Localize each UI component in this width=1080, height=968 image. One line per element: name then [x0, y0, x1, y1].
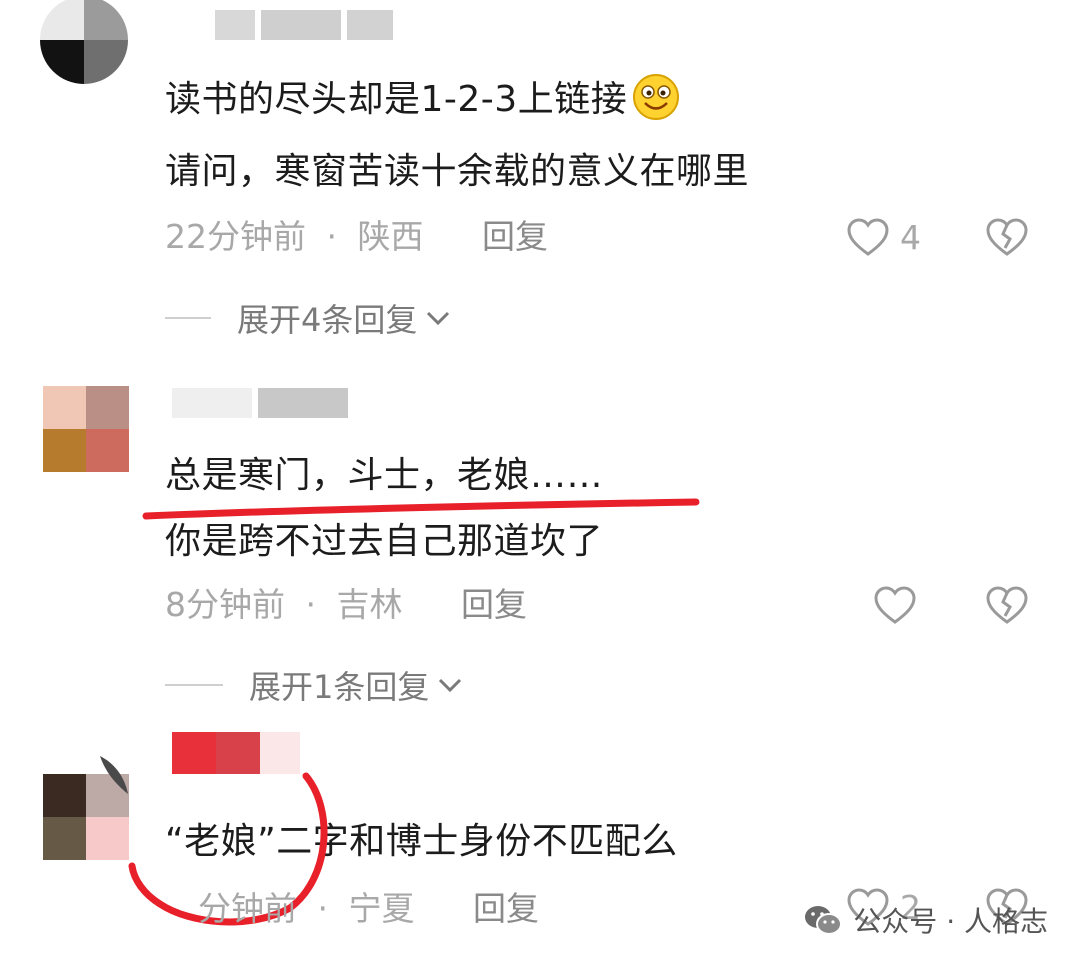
- expand-label: 展开1条回复: [249, 668, 430, 706]
- like-count: 4: [900, 217, 921, 257]
- comment-meta: 22分钟前 · 陕西 回复: [165, 212, 548, 262]
- chevron-down-icon: [427, 311, 450, 326]
- heart-icon: [874, 586, 916, 624]
- wechat-icon: [805, 906, 843, 935]
- timestamp: 22分钟前: [165, 217, 306, 256]
- location: 吉林: [336, 585, 403, 624]
- expand-label: 展开4条回复: [237, 301, 418, 339]
- expand-replies-button[interactable]: 展开4条回复: [165, 293, 451, 343]
- avatar[interactable]: [40, 0, 128, 84]
- username-redacted[interactable]: [215, 10, 399, 40]
- meta-separator: ·: [305, 585, 317, 624]
- watermark-text: 公众号 · 人格志: [853, 905, 1048, 938]
- heart-icon: [847, 218, 889, 256]
- avatar[interactable]: [43, 386, 129, 472]
- divider-line: [165, 317, 211, 319]
- reply-button[interactable]: 回复: [482, 217, 548, 256]
- smile-emoji-icon: [633, 74, 680, 120]
- comment-meta: 8分钟前 · 吉林 回复: [165, 580, 527, 630]
- timestamp: 分钟前: [198, 889, 297, 928]
- meta-separator: ·: [326, 217, 338, 256]
- location: 宁夏: [348, 889, 415, 928]
- comment-line: 请问，寒窗苦读十余载的意义在哪里: [165, 151, 750, 192]
- like-button[interactable]: 4: [846, 212, 921, 262]
- comment-meta: 分钟前 · 宁夏 回复: [198, 884, 539, 934]
- timestamp: 8分钟前: [165, 585, 285, 624]
- reply-button[interactable]: 回复: [461, 585, 527, 624]
- chevron-down-icon: [439, 678, 462, 693]
- meta-separator: ·: [317, 889, 329, 928]
- broken-heart-icon[interactable]: [985, 585, 1029, 625]
- reply-button[interactable]: 回复: [473, 889, 539, 928]
- watermark: 公众号 · 人格志: [803, 900, 1048, 940]
- like-button[interactable]: [873, 580, 917, 630]
- comment-line: 读书的尽头却是1-2-3上链接: [165, 79, 628, 120]
- username-redacted[interactable]: [172, 388, 354, 418]
- location: 陕西: [357, 217, 424, 256]
- broken-heart-icon[interactable]: [985, 217, 1029, 257]
- comment-line: 你是跨不过去自己那道坎了: [165, 521, 604, 562]
- divider-line: [165, 684, 223, 686]
- expand-replies-button[interactable]: 展开1条回复: [165, 660, 463, 710]
- comment-text: 读书的尽头却是1-2-3上链接: [165, 70, 681, 130]
